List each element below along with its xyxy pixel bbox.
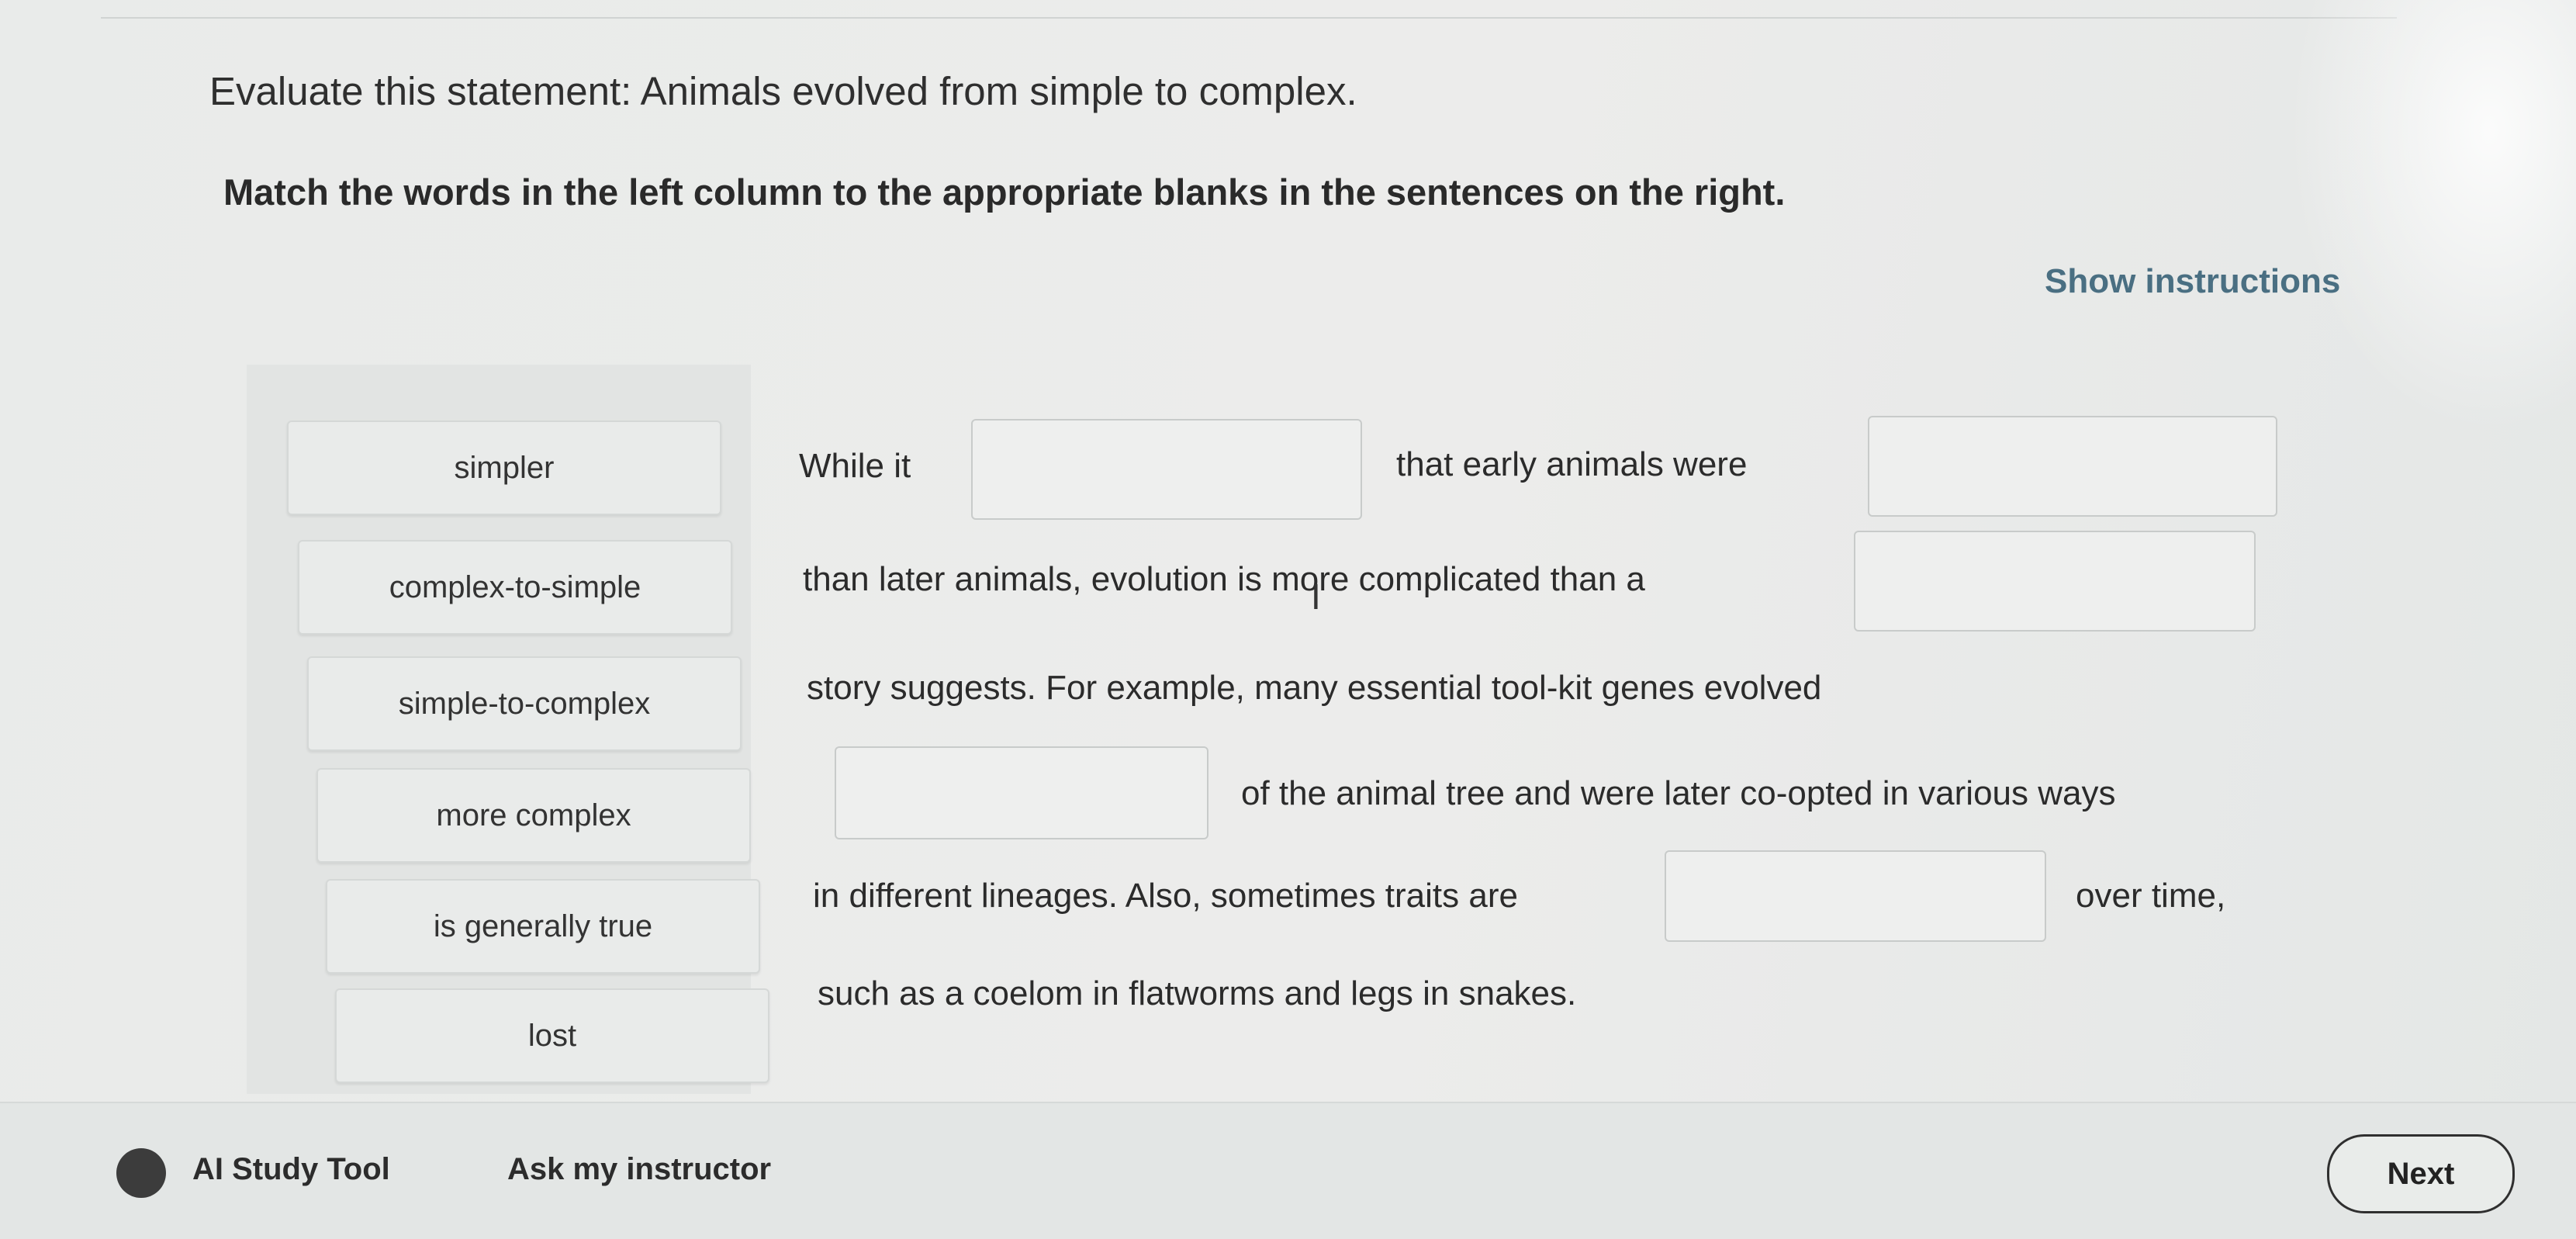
word-tile-is-generally-true[interactable]: is generally true: [326, 879, 760, 974]
next-button[interactable]: Next: [2327, 1134, 2515, 1213]
sentence-segment-8: such as a coelom in flatworms and legs i…: [818, 974, 1577, 1012]
question-instruction: Match the words in the left column to th…: [223, 171, 1786, 213]
word-tile-simpler[interactable]: simpler: [287, 420, 721, 515]
sentence-segment-1: While it: [799, 447, 911, 485]
word-tile-lost[interactable]: lost: [335, 988, 769, 1083]
blank-5[interactable]: [1665, 850, 2046, 942]
question-statement: Evaluate this statement: Animals evolved…: [209, 69, 1357, 113]
blank-1[interactable]: [971, 419, 1362, 520]
screen-glare: [2288, 0, 2576, 434]
word-tile-complex-to-simple[interactable]: complex-to-simple: [298, 540, 732, 635]
sentence-segment-7: over time,: [2076, 877, 2226, 915]
word-tile-simple-to-complex[interactable]: simple-to-complex: [307, 656, 742, 751]
sentence-segment-3: than later animals, evolution is more co…: [803, 560, 1645, 598]
ai-study-tool-icon[interactable]: [116, 1148, 166, 1198]
top-divider: [101, 17, 2397, 19]
sentence-segment-5: of the animal tree and were later co-opt…: [1241, 774, 2116, 812]
blank-4[interactable]: [835, 746, 1208, 839]
show-instructions-link[interactable]: Show instructions: [2045, 262, 2340, 301]
word-tile-more-complex[interactable]: more complex: [316, 768, 751, 863]
blank-3[interactable]: [1854, 531, 2256, 632]
ai-study-tool-button[interactable]: AI Study Tool: [192, 1152, 390, 1187]
sentence-segment-6: in different lineages. Also, sometimes t…: [813, 877, 1518, 915]
text-cursor-icon: I: [1311, 576, 1321, 617]
sentence-segment-2: that early animals were: [1396, 445, 1748, 483]
page: Evaluate this statement: Animals evolved…: [0, 0, 2576, 1239]
sentence-segment-4: story suggests. For example, many essent…: [807, 669, 1822, 707]
ask-instructor-button[interactable]: Ask my instructor: [507, 1152, 771, 1187]
blank-2[interactable]: [1868, 416, 2277, 517]
